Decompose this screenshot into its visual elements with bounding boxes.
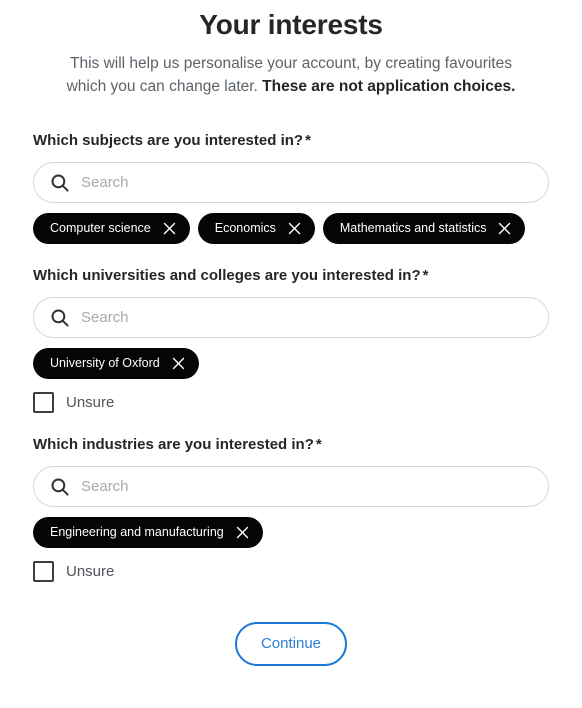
required-asterisk: *: [315, 436, 322, 453]
close-icon[interactable]: [288, 222, 301, 235]
unsure-universities-label: Unsure: [66, 393, 115, 411]
search-icon: [51, 308, 69, 327]
unsure-industries-checkbox[interactable]: [33, 561, 54, 582]
section-universities: Which universities and colleges are you …: [33, 266, 549, 413]
chip-item[interactable]: University of Oxford: [33, 348, 199, 379]
chip-item[interactable]: Engineering and manufacturing: [33, 517, 263, 548]
page-title: Your interests: [199, 9, 383, 40]
chip-label: Economics: [214, 221, 276, 235]
label-industries: Which industries are you interested in? *: [33, 435, 549, 455]
search-industries[interactable]: Search: [33, 466, 549, 507]
chip-item[interactable]: Mathematics and statistics: [322, 213, 526, 244]
unsure-industries-label: Unsure: [66, 562, 115, 580]
unsure-industries-row[interactable]: Unsure: [33, 561, 549, 582]
interests-form: Which subjects are you interested in? * S…: [0, 131, 582, 666]
subtitle-emphasis: These are not application choices.: [262, 78, 516, 95]
page-subtitle: This will help us personalise your accou…: [51, 52, 531, 98]
unsure-universities-row[interactable]: Unsure: [33, 392, 549, 413]
search-icon: [51, 173, 69, 192]
continue-button[interactable]: Continue: [234, 622, 348, 666]
label-subjects-text: Which subjects are you interested in?: [33, 132, 304, 149]
chip-item[interactable]: Economics: [197, 213, 315, 244]
form-footer: Continue: [33, 622, 549, 666]
label-universities-text: Which universities and colleges are you …: [33, 267, 421, 284]
chip-label: University of Oxford: [50, 356, 160, 370]
chip-label: Mathematics and statistics: [339, 221, 487, 235]
interests-page: Your interests This will help us persona…: [0, 0, 582, 708]
unsure-universities-checkbox[interactable]: [33, 392, 54, 413]
chip-label: Computer science: [50, 221, 151, 235]
search-universities-input[interactable]: Search: [81, 308, 532, 328]
label-industries-text: Which industries are you interested in?: [33, 436, 314, 453]
chips-subjects: Computer science Economics Mathematics a…: [33, 213, 549, 244]
page-header: Your interests This will help us persona…: [0, 0, 582, 98]
chip-label: Engineering and manufacturing: [50, 525, 224, 539]
label-universities: Which universities and colleges are you …: [33, 266, 549, 286]
close-icon[interactable]: [172, 357, 185, 370]
section-subjects: Which subjects are you interested in? * S…: [33, 131, 549, 244]
chip-item[interactable]: Computer science: [33, 213, 190, 244]
close-icon[interactable]: [163, 222, 176, 235]
section-industries: Which industries are you interested in? *…: [33, 435, 549, 582]
search-universities[interactable]: Search: [33, 297, 549, 338]
chips-industries: Engineering and manufacturing: [33, 517, 549, 548]
required-asterisk: *: [422, 267, 429, 284]
chips-universities: University of Oxford: [33, 348, 549, 379]
search-icon: [51, 477, 69, 496]
close-icon[interactable]: [236, 526, 249, 539]
required-asterisk: *: [305, 132, 311, 149]
search-industries-input[interactable]: Search: [81, 477, 532, 497]
label-subjects: Which subjects are you interested in? *: [33, 131, 549, 151]
close-icon[interactable]: [498, 222, 511, 235]
search-subjects[interactable]: Search: [33, 162, 549, 203]
search-subjects-input[interactable]: Search: [81, 173, 532, 193]
